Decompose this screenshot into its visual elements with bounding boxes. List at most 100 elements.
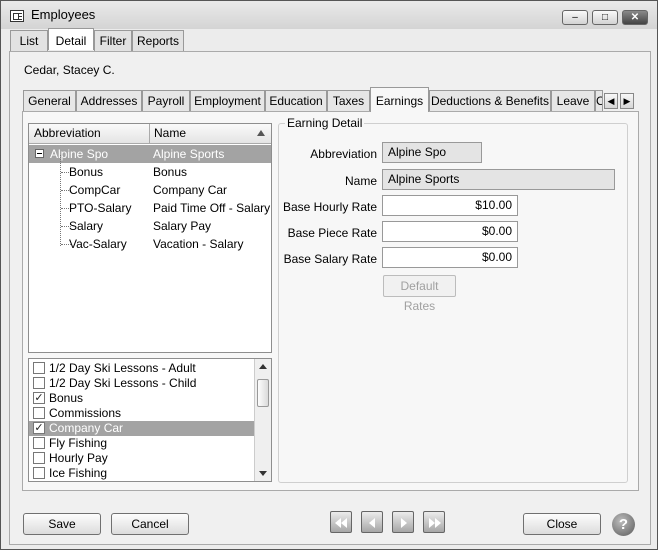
abbreviation-field: Alpine Spo (382, 142, 482, 163)
address-card-icon (10, 10, 24, 22)
tab-reports[interactable]: Reports (132, 30, 184, 51)
column-header-name[interactable]: Name (150, 124, 271, 144)
checkbox[interactable] (33, 377, 45, 389)
chevron-left-icon: ◀ (607, 96, 615, 106)
tree-row-abbr: PTO-Salary (69, 201, 132, 215)
base-hourly-rate-input[interactable]: $10.00 (382, 195, 518, 216)
tab-scroll-right-button[interactable]: ▶ (620, 93, 634, 109)
list-item-label: Ice Fishing (49, 466, 108, 480)
previous-record-button[interactable] (361, 511, 383, 533)
close-button[interactable]: Close (523, 513, 601, 535)
checkbox[interactable]: ✓ (33, 392, 45, 404)
list-item-label: 1/2 Day Ski Lessons - Adult (49, 361, 196, 375)
list-item-label: Hourly Pay (49, 451, 108, 465)
tree-row-name: Alpine Sports (153, 147, 225, 161)
list-item[interactable]: Fly Fishing (29, 436, 255, 451)
checkbox[interactable] (33, 452, 45, 464)
save-button[interactable]: Save (23, 513, 101, 535)
base-piece-rate-label: Base Piece Rate (287, 226, 377, 240)
tab-employment[interactable]: Employment (190, 90, 265, 111)
tree-row-abbr: Vac-Salary (69, 237, 127, 251)
scroll-up-icon[interactable] (259, 364, 267, 369)
maximize-button[interactable]: □ (592, 10, 618, 25)
tree-row-abbr: Bonus (69, 165, 104, 179)
list-item[interactable]: 1/2 Day Ski Lessons - Child (29, 376, 255, 391)
tab-list[interactable]: List (10, 30, 48, 51)
collapse-icon[interactable] (35, 149, 44, 158)
checkbox[interactable] (33, 437, 45, 449)
list-item[interactable]: Ice Fishing (29, 466, 255, 481)
tab-taxes[interactable]: Taxes (327, 90, 370, 111)
help-icon[interactable]: ? (612, 513, 635, 536)
tree-row-name: Vacation - Salary (153, 237, 244, 251)
tree-row-abbr: Alpine Spo (50, 147, 109, 161)
tab-filter[interactable]: Filter (94, 30, 132, 51)
tree-row[interactable]: Vac-Salary Vacation - Salary (29, 235, 271, 253)
tree-row-name: Company Car (153, 183, 228, 197)
list-item[interactable]: Commissions (29, 406, 255, 421)
default-rates-button[interactable]: Default Rates (383, 275, 456, 313)
employees-window: Employees – □ ✕ List Detail Filter Repor… (0, 0, 658, 550)
tree-row[interactable]: PTO-Salary Paid Time Off - Salary (29, 199, 271, 217)
column-header-abbreviation[interactable]: Abbreviation (29, 124, 150, 144)
checkbox[interactable] (33, 407, 45, 419)
chevron-right-icon: ▶ (623, 96, 631, 106)
scroll-down-icon[interactable] (259, 471, 267, 476)
tab-general[interactable]: General (23, 90, 76, 111)
tab-education[interactable]: Education (265, 90, 327, 111)
earnings-checklist[interactable]: 1/2 Day Ski Lessons - Adult 1/2 Day Ski … (28, 358, 272, 482)
name-field: Alpine Sports (382, 169, 615, 190)
tab-payroll[interactable]: Payroll (142, 90, 190, 111)
minimize-button[interactable]: – (562, 10, 588, 25)
tab-clipped[interactable]: C (595, 90, 603, 111)
tab-deductions-benefits[interactable]: Deductions & Benefits (429, 90, 551, 111)
checkbox[interactable]: ✓ (33, 422, 45, 434)
column-header-name-label: Name (154, 126, 187, 140)
abbreviation-label: Abbreviation (310, 147, 377, 161)
cancel-button[interactable]: Cancel (111, 513, 189, 535)
sort-ascending-icon (257, 130, 265, 136)
scroll-thumb[interactable] (257, 379, 269, 407)
close-window-button[interactable]: ✕ (622, 10, 648, 25)
employee-name: Cedar, Stacey C. (24, 63, 115, 77)
previous-record-icon (369, 518, 375, 528)
earning-detail-title: Earning Detail (285, 116, 365, 130)
tree-row-name: Paid Time Off - Salary (153, 201, 271, 215)
tab-scroll-left-button[interactable]: ◀ (604, 93, 618, 109)
tree-row[interactable]: Bonus Bonus (29, 163, 271, 181)
list-item[interactable]: 1/2 Day Ski Lessons - Adult (29, 361, 255, 376)
list-item[interactable]: Hourly Pay (29, 451, 255, 466)
next-record-button[interactable] (392, 511, 414, 533)
tree-row-name: Salary Pay (153, 219, 212, 233)
checkbox[interactable] (33, 362, 45, 374)
title-bar: Employees – □ ✕ (1, 1, 657, 29)
list-item-label: Bonus (49, 391, 84, 405)
tab-earnings[interactable]: Earnings (370, 87, 429, 112)
tab-leave[interactable]: Leave (551, 90, 595, 111)
window-title: Employees (31, 7, 96, 22)
base-salary-rate-input[interactable]: $0.00 (382, 247, 518, 268)
earnings-tree[interactable]: Abbreviation Name Alpine Spo Alpine Spor… (28, 123, 272, 353)
vertical-scrollbar[interactable] (254, 359, 271, 481)
tree-row-parent[interactable]: Alpine Spo Alpine Sports (29, 145, 271, 163)
tree-row[interactable]: CompCar Company Car (29, 181, 271, 199)
first-record-button[interactable] (330, 511, 352, 533)
tab-detail[interactable]: Detail (48, 28, 94, 50)
tree-row-name: Bonus (153, 165, 188, 179)
next-record-icon (401, 518, 407, 528)
tab-addresses[interactable]: Addresses (76, 90, 142, 111)
checkbox[interactable] (33, 467, 45, 479)
base-salary-rate-label: Base Salary Rate (283, 252, 377, 266)
name-label: Name (344, 174, 377, 188)
list-item-label: 1/2 Day Ski Lessons - Child (49, 376, 197, 390)
list-item-label: Commissions (49, 406, 122, 420)
list-item[interactable]: ✓ Bonus (29, 391, 255, 406)
base-hourly-rate-label: Base Hourly Rate (282, 200, 377, 214)
tree-row-abbr: Salary (69, 219, 104, 233)
last-record-button[interactable] (423, 511, 445, 533)
base-piece-rate-input[interactable]: $0.00 (382, 221, 518, 242)
list-item-label: Fly Fishing (49, 436, 108, 450)
list-item-label: Company Car (49, 421, 124, 435)
tree-row[interactable]: Salary Salary Pay (29, 217, 271, 235)
list-item-selected[interactable]: ✓ Company Car (29, 421, 255, 436)
